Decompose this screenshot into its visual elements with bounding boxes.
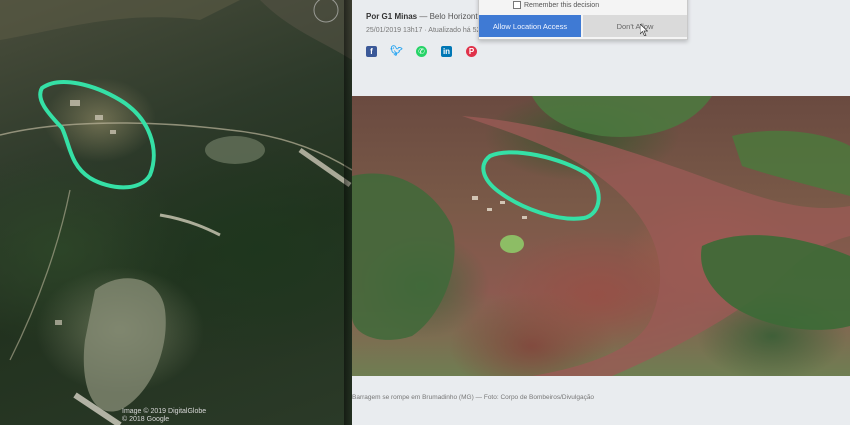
article-date: 25/01/2019 13h17 · Atualizado há 52 [366, 27, 481, 34]
map-attribution-line2: © 2018 Google [122, 416, 170, 423]
lake [83, 278, 166, 412]
pond [205, 136, 265, 164]
location-permission-dialog: Remember this decision Allow Location Ac… [478, 0, 688, 40]
map-terrain [0, 0, 352, 425]
road [9, 189, 71, 361]
article-author[interactable]: Por G1 Minas [366, 12, 417, 21]
remember-decision-row[interactable]: Remember this decision [513, 1, 599, 9]
building [110, 130, 116, 134]
remember-label: Remember this decision [524, 1, 600, 9]
building [487, 208, 492, 211]
article-byline: Por G1 Minas — Belo Horizonte [366, 12, 482, 21]
twitter-icon[interactable]: 🐦︎ [390, 46, 403, 57]
building [500, 201, 505, 204]
mouse-cursor-icon [640, 24, 648, 36]
linkedin-icon[interactable]: in [441, 46, 452, 57]
dont-allow-button[interactable]: Don't Allow [583, 15, 687, 37]
photo-terrain [352, 96, 850, 376]
remember-checkbox[interactable] [513, 1, 521, 9]
forest [732, 130, 850, 196]
article-photo[interactable] [352, 96, 850, 376]
map-attribution: Image © 2019 DigitalGlobe © 2018 Google [122, 408, 206, 424]
whatsapp-icon[interactable]: ✆ [416, 46, 427, 57]
satellite-map[interactable]: Image © 2019 DigitalGlobe © 2018 Google [0, 0, 352, 425]
building [70, 100, 80, 106]
building [95, 115, 103, 120]
building [472, 196, 478, 200]
clearing [0, 0, 240, 40]
road [0, 122, 352, 171]
building [55, 320, 62, 325]
map-attribution-line1: Image © 2019 DigitalGlobe [122, 408, 207, 415]
news-article-page: Por G1 Minas — Belo Horizonte 25/01/2019… [352, 0, 850, 425]
forest [352, 173, 455, 340]
allow-location-button[interactable]: Allow Location Access [479, 15, 581, 37]
field [500, 235, 524, 253]
article-location: — Belo Horizonte [419, 12, 483, 21]
facebook-icon[interactable]: f [366, 46, 377, 57]
forest [532, 96, 712, 137]
pinterest-icon[interactable]: P [466, 46, 477, 57]
photo-caption: Barragem se rompe em Brumadinho (MG) — F… [352, 394, 595, 401]
highlight-circle-map [38, 80, 156, 190]
building [522, 216, 527, 219]
share-bar: f 🐦︎ ✆ in P [366, 46, 477, 57]
road [159, 213, 221, 237]
